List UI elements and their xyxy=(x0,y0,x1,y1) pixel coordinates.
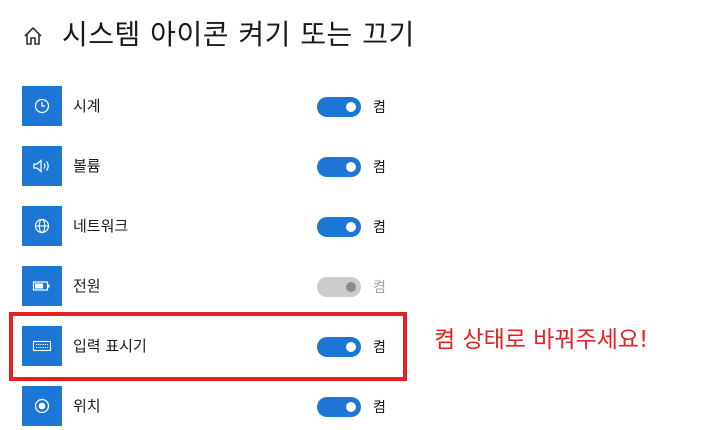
toggle-knob xyxy=(346,102,356,112)
toggle-knob xyxy=(346,282,356,292)
list-item-clock: 시계 켬 xyxy=(22,86,442,126)
location-icon xyxy=(22,386,62,426)
list-item-label: 전원 xyxy=(73,277,101,295)
toggle-state-text: 켬 xyxy=(373,100,386,116)
list-item-label: 볼륨 xyxy=(73,157,101,175)
clock-icon xyxy=(22,86,62,126)
battery-icon xyxy=(22,266,62,306)
toggle-state-text: 켬 xyxy=(373,220,386,236)
list-item-network: 네트워크 켬 xyxy=(22,206,442,246)
toggle-knob xyxy=(346,162,356,172)
list-item-label: 위치 xyxy=(73,397,101,415)
network-icon xyxy=(22,206,62,246)
clock-toggle[interactable] xyxy=(317,97,361,117)
toggle-knob xyxy=(346,222,356,232)
list-item-label: 네트워크 xyxy=(73,217,129,235)
location-toggle[interactable] xyxy=(317,397,361,417)
toggle-state-text: 켬 xyxy=(373,280,386,296)
network-toggle[interactable] xyxy=(317,217,361,237)
power-toggle xyxy=(317,277,361,297)
list-item-volume: 볼륨 켬 xyxy=(22,146,442,186)
home-icon[interactable] xyxy=(22,25,44,47)
highlight-box xyxy=(9,312,407,381)
volume-toggle[interactable] xyxy=(317,157,361,177)
annotation-text: 켬 상태로 바꿔주세요! xyxy=(434,327,649,353)
toggle-knob xyxy=(346,402,356,412)
volume-icon xyxy=(22,146,62,186)
toggle-state-text: 켬 xyxy=(373,400,386,416)
list-item-power: 전원 켬 xyxy=(22,266,442,306)
page-title: 시스템 아이콘 켜기 또는 끄기 xyxy=(62,18,415,51)
toggle-state-text: 켬 xyxy=(373,160,386,176)
list-item-label: 시계 xyxy=(73,97,101,115)
page-header: 시스템 아이콘 켜기 또는 끄기 xyxy=(22,12,415,54)
list-item-location: 위치 켬 xyxy=(22,386,442,426)
